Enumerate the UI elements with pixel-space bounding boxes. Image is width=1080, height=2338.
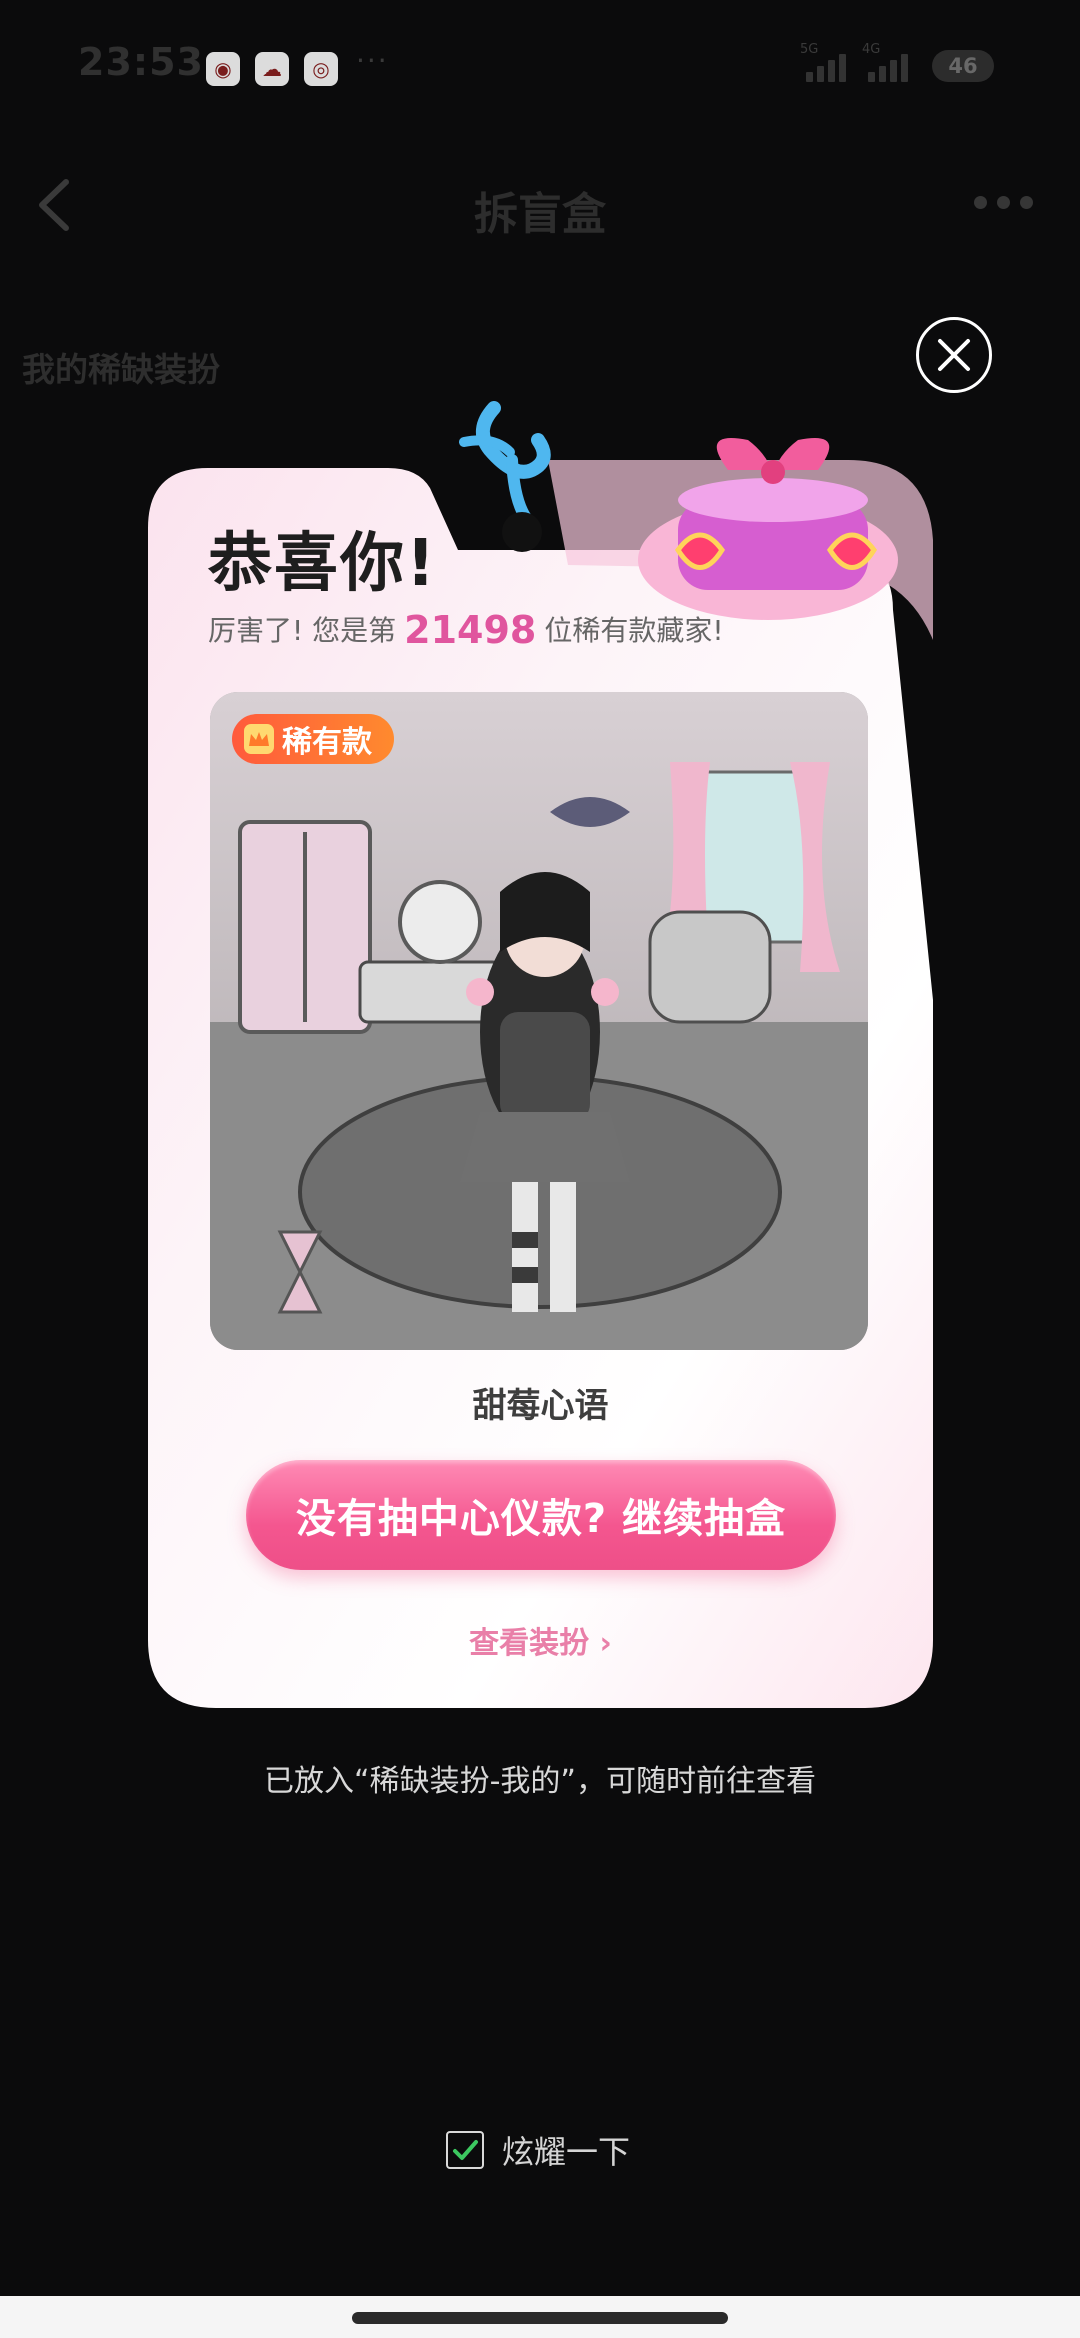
share-label: 炫耀一下 — [502, 2133, 631, 2171]
home-bar-area — [0, 2296, 1080, 2338]
close-button[interactable] — [916, 317, 992, 393]
signal-5g-icon: 5G — [800, 42, 860, 82]
outfit-preview-image — [210, 692, 868, 1350]
check-icon — [453, 2140, 478, 2160]
view-outfit-link[interactable]: 查看装扮 › — [148, 1618, 933, 1662]
crown-icon — [244, 724, 274, 754]
status-time: 23:53 — [78, 40, 204, 84]
subtitle-suffix: 位稀有款藏家! — [544, 614, 724, 647]
section-title: 我的稀缺装扮 — [22, 350, 220, 389]
subtitle-prefix: 厉害了! 您是第 — [208, 614, 397, 647]
app-icon-3: ◎ — [304, 52, 338, 86]
hook-icon — [459, 401, 551, 552]
signal-4g-icon: 4G — [862, 42, 922, 82]
result-card: 恭喜你! 厉害了! 您是第 21498 位稀有款藏家! 稀有款 甜莓心语 没有抽… — [148, 400, 933, 1708]
saved-notice: 已放入“稀缺装扮-我的”，可随时前往查看 — [264, 1764, 816, 1799]
battery-icon: 46 — [932, 50, 994, 82]
congrats-title: 恭喜你! — [208, 527, 438, 601]
share-checkbox[interactable] — [446, 2131, 484, 2169]
page-title: 拆盲盒 — [474, 189, 606, 240]
item-name: 甜莓心语 — [472, 1386, 609, 1426]
rank-number: 21498 — [404, 608, 537, 652]
continue-draw-button[interactable]: 没有抽中心仪款? 继续抽盒 — [246, 1460, 836, 1570]
home-indicator[interactable] — [352, 2312, 728, 2324]
rare-badge: 稀有款 — [232, 714, 394, 764]
more-options-icon[interactable] — [974, 196, 1033, 209]
weibo-icon: ◉ — [206, 52, 240, 86]
rank-subtitle: 厉害了! 您是第 21498 位稀有款藏家! — [208, 608, 724, 652]
status-more-icon: ··· — [356, 44, 389, 77]
status-bar: 23:53 ◉ ☁ ◎ ··· 5G 4G 46 — [0, 0, 1080, 130]
gift-cake-icon — [638, 438, 898, 620]
share-toggle[interactable]: 炫耀一下 — [446, 2128, 630, 2172]
rare-badge-label: 稀有款 — [282, 725, 372, 760]
app-icon-2: ☁ — [255, 52, 289, 86]
